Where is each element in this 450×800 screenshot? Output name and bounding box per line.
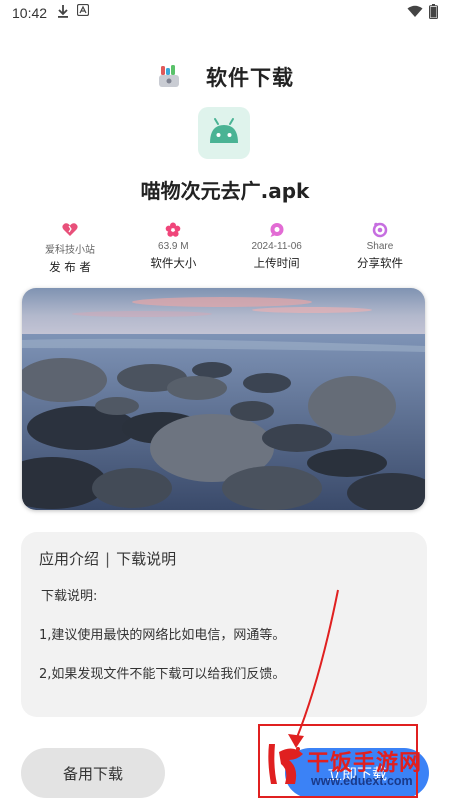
description-line: 2,如果发现文件不能下载可以给我们反馈。 xyxy=(39,667,286,682)
backup-download-button[interactable]: 备用下载 xyxy=(21,748,165,798)
info-label: 软件大小 xyxy=(150,256,197,270)
share-icon[interactable] xyxy=(372,222,388,238)
app-icon xyxy=(198,107,250,159)
info-value: 63.9 M xyxy=(158,241,189,252)
battery-icon xyxy=(429,3,438,23)
flower-icon xyxy=(165,222,181,238)
status-time: 10:42 xyxy=(12,5,48,21)
heart-icon xyxy=(62,222,78,238)
tab-app-intro[interactable]: 应用介绍 xyxy=(39,548,99,569)
watermark-logo-icon xyxy=(263,740,308,788)
info-row: 爱科技小站 发 布 者 63.9 M 软件大小 2024-11-06 上传时间 … xyxy=(20,222,430,275)
description-tabs: 应用介绍 | 下载说明 xyxy=(39,548,409,569)
info-label[interactable]: 分享软件 xyxy=(357,255,403,271)
tab-download-notes[interactable]: 下载说明 xyxy=(116,548,176,569)
info-publisher: 爱科技小站 发 布 者 xyxy=(20,222,120,275)
info-upload-time: 2024-11-06 上传时间 xyxy=(227,222,327,275)
info-value: 2024-11-06 xyxy=(251,241,302,252)
download-icon xyxy=(57,4,69,22)
info-label: 上传时间 xyxy=(253,256,300,270)
description-heading: 下载说明: xyxy=(41,589,98,604)
status-bar: 10:42 xyxy=(0,0,450,26)
description-card: 应用介绍 | 下载说明 下载说明: 1,建议使用最快的网络比如电信，网通等。 2… xyxy=(21,532,427,717)
info-size: 63.9 M 软件大小 xyxy=(123,222,223,275)
info-label: 发 布 者 xyxy=(49,260,91,274)
page-title: 软件下载 xyxy=(206,66,294,90)
tab-separator: | xyxy=(105,549,111,568)
app-store-icon xyxy=(156,64,182,90)
wifi-icon xyxy=(407,5,423,22)
page-header: 软件下载 xyxy=(0,60,450,94)
file-name: 喵物次元去广.apk xyxy=(140,179,310,203)
notification-a-icon xyxy=(76,3,90,22)
info-share[interactable]: Share 分享软件 xyxy=(330,222,430,275)
android-icon xyxy=(206,117,242,149)
chat-bubble-icon xyxy=(269,222,285,238)
watermark-title: 干饭手游网 xyxy=(307,751,423,776)
info-value: 爱科技小站 xyxy=(45,245,95,256)
info-value[interactable]: Share xyxy=(367,241,394,252)
banner-image xyxy=(22,288,425,510)
description-line: 1,建议使用最快的网络比如电信，网通等。 xyxy=(39,628,286,643)
watermark-url: www.eduext.com xyxy=(311,774,413,788)
